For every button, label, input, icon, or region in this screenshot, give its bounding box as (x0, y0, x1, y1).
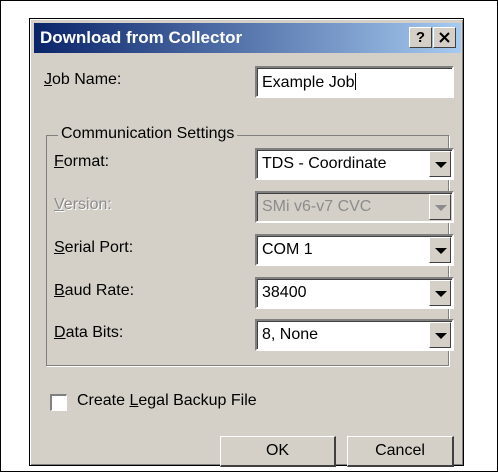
version-dropdown-button (429, 194, 451, 220)
data-bits-select[interactable]: 8, None (255, 319, 454, 351)
version-select: SMi v6-v7 CVC (255, 191, 454, 223)
chevron-down-icon (435, 248, 447, 254)
format-label: Format: (54, 153, 110, 170)
serial-port-dropdown-button[interactable] (429, 237, 451, 263)
job-name-label: Job Name: (44, 71, 122, 88)
close-icon (439, 32, 450, 43)
text-caret (354, 73, 356, 90)
serial-port-label: Serial Port: (54, 239, 134, 256)
data-bits-value: 8, None (262, 326, 319, 343)
format-select[interactable]: TDS - Coordinate (255, 148, 454, 180)
baud-rate-value: 38400 (262, 284, 307, 301)
version-label: Version: (54, 196, 112, 213)
chevron-down-icon (435, 333, 447, 339)
dialog-title: Download from Collector (40, 28, 243, 47)
job-name-value: Example Job (262, 74, 355, 91)
chevron-down-icon (435, 205, 447, 211)
data-bits-label: Data Bits: (54, 324, 124, 341)
legal-backup-checkbox[interactable] (50, 394, 67, 411)
format-dropdown-button[interactable] (429, 151, 451, 177)
ok-button[interactable]: OK (220, 436, 336, 467)
serial-port-value: COM 1 (262, 241, 313, 258)
communication-settings-title: Communication Settings (58, 125, 238, 143)
baud-rate-select[interactable]: 38400 (255, 277, 454, 309)
help-button[interactable]: ? (409, 27, 432, 48)
version-value: SMi v6-v7 CVC (262, 198, 372, 215)
data-bits-dropdown-button[interactable] (429, 322, 451, 348)
download-dialog: Download from Collector ? Job Name: Exam… (29, 18, 464, 467)
legal-backup-label[interactable]: Create Legal Backup File (77, 392, 257, 410)
chevron-down-icon (435, 162, 447, 168)
job-name-input[interactable]: Example Job (255, 66, 454, 98)
title-bar[interactable]: Download from Collector ? (34, 23, 461, 53)
serial-port-select[interactable]: COM 1 (255, 234, 454, 266)
format-value: TDS - Coordinate (262, 155, 387, 172)
baud-rate-label: Baud Rate: (54, 282, 135, 299)
chevron-down-icon (435, 291, 447, 297)
baud-rate-dropdown-button[interactable] (429, 280, 451, 306)
close-button[interactable] (433, 27, 456, 48)
cancel-button[interactable]: Cancel (347, 436, 454, 467)
